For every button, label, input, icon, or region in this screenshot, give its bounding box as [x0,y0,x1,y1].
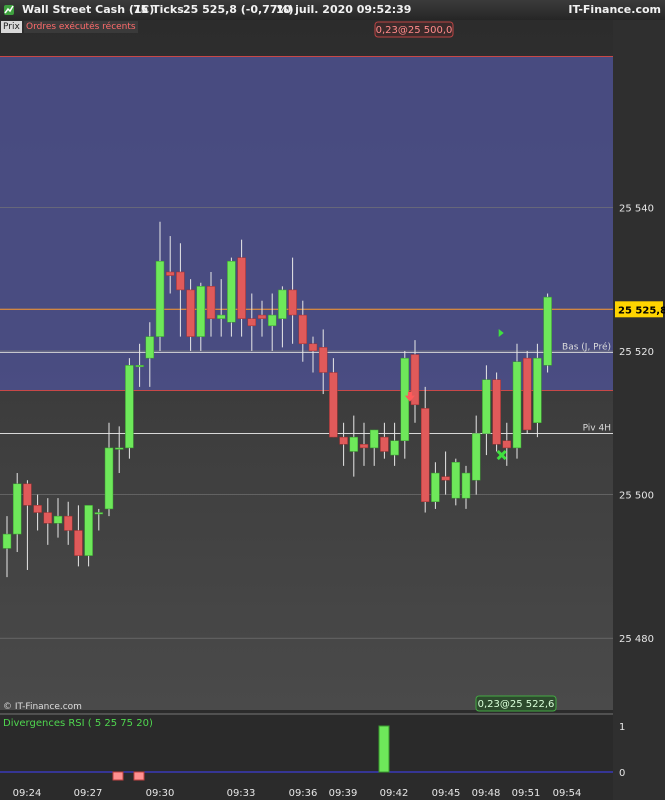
candle-body [114,447,124,450]
candle-body [329,372,338,438]
y-tick-label: 25 500 [619,491,654,502]
candle-body [400,357,410,441]
candle-body [441,476,450,481]
y-tick-label: 25 540 [619,203,654,214]
watermark: © IT-Finance.com [3,702,82,712]
candle-body [43,512,53,524]
candle-body [135,365,144,368]
candle-body [482,379,491,434]
y-tick-label: 25 520 [619,347,654,358]
chart-area[interactable]: 25 540 25 520 25 500 25 480 25 525,8 Bas (J, … [0,20,665,800]
candle-body [33,505,42,513]
candle-body [155,260,165,337]
candle-body [308,343,318,352]
candle-body [247,318,257,327]
candle-body [206,286,216,319]
indicator-tick-label: 0 [619,768,625,779]
tab-prix[interactable]: Prix [1,21,22,33]
indicator-title: Divergences RSI ( 5 25 75 20) [3,718,153,729]
level-label: Bas (J, Pré) [562,341,611,352]
candle-body [165,271,175,276]
candle-body [53,515,63,524]
y-tick-label: 25 480 [619,634,654,645]
candle-body [359,444,369,449]
current-price-label: 25 525,8 [618,305,665,316]
candle-body [543,296,552,366]
candle-body [267,314,277,327]
rsi-divergence-bar [378,725,390,773]
level-label: Piv 4H [583,424,611,434]
candle-body [12,483,22,535]
candle-body [94,512,104,515]
x-tick-label: 09:45 [432,788,461,799]
candle-body [186,289,195,337]
candle-body [318,347,328,373]
x-tick-label: 09:27 [74,788,103,799]
candle-body [349,436,359,452]
candle-body [278,289,287,319]
candle-body [125,365,134,449]
candle-body [471,433,481,481]
candle-body [23,483,32,506]
app-logo-icon [4,5,14,15]
indicator-tick-label: 1 [619,722,625,733]
brand-name: IT-Finance.com [568,3,661,16]
price-axis-background [613,20,665,800]
x-tick-label: 09:24 [13,788,42,799]
candle-body [176,271,185,291]
rsi-divergence-bar [112,771,124,781]
candle-body [533,357,542,424]
datetime: 10 juil. 2020 09:52:39 [276,3,412,16]
candle-body [502,440,512,449]
bottom-order-label: 0,23@25 522,6 [478,699,555,710]
candle-body [145,336,155,359]
x-tick-label: 09:42 [380,788,409,799]
candle-body [420,408,430,503]
candle-body [196,286,206,337]
candle-body [369,429,379,449]
candle-body [84,505,93,556]
candle-body [74,530,83,556]
candle-body [492,379,501,445]
candle-body [216,314,226,319]
candle-body [298,314,308,345]
candle-body [390,440,399,456]
candle-body [63,515,73,531]
candle-body [288,289,297,316]
top-order-label: 0,23@25 500,0 [376,25,453,36]
candle-body [451,462,461,499]
x-tick-label: 09:54 [553,788,582,799]
ticks-setting: 75 Ticks [133,3,184,16]
candle-body [461,472,471,499]
x-tick-label: 09:33 [227,788,256,799]
x-tick-label: 09:36 [289,788,318,799]
candle-body [431,472,440,503]
x-tick-label: 09:48 [472,788,501,799]
candle-body [522,357,532,431]
candle-body [257,314,267,319]
candle-body [512,361,522,449]
x-tick-label: 09:51 [512,788,541,799]
candle-body [380,436,389,452]
rsi-divergence-bar [133,771,145,781]
candle-body [227,260,236,323]
x-tick-label: 09:30 [146,788,175,799]
candle-body [2,533,12,549]
x-tick-label: 09:39 [329,788,358,799]
candle-body [104,447,114,510]
tab-recent-orders[interactable]: Ordres exécutés récents [24,21,138,33]
candle-body [237,257,246,319]
title-bar: Wall Street Cash (1€) 75 Ticks 25 525,8 … [0,0,665,20]
candle-body [339,436,348,445]
